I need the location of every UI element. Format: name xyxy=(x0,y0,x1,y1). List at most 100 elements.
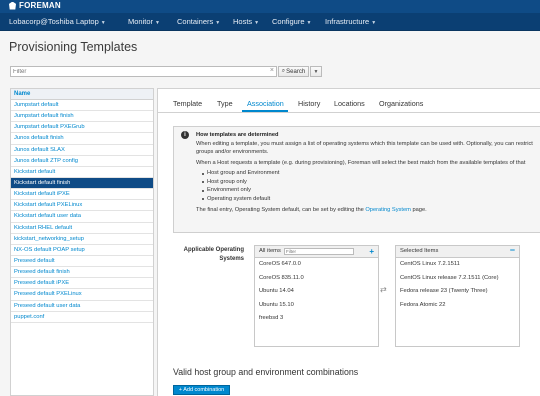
available-os-box: All items + CoreOS 647.0.0CoreOS 835.11.… xyxy=(254,245,379,347)
available-os-header: All items + xyxy=(255,246,378,258)
info-text-line: groups and/or environments. xyxy=(196,149,269,155)
template-list-item[interactable]: Jumpstart default PXEGrub xyxy=(11,122,153,134)
available-os-item[interactable]: CoreOS 835.11.0 xyxy=(255,272,378,286)
search-bookmarks-dropdown[interactable]: ▼ xyxy=(310,66,322,77)
nav-containers[interactable]: Containers ▼ xyxy=(177,17,220,26)
nav-context-label: Lobacorp@Toshiba Laptop xyxy=(9,17,99,26)
filter-field: × xyxy=(10,66,277,77)
chevron-down-icon: ▼ xyxy=(155,20,160,26)
template-list-item[interactable]: Jumpstart default finish xyxy=(11,111,153,123)
page-title: Provisioning Templates xyxy=(9,40,138,54)
available-os-item[interactable]: CoreOS 647.0.0 xyxy=(255,258,378,272)
template-list-item[interactable]: puppet.conf xyxy=(11,312,153,323)
active-tab-indicator xyxy=(242,110,288,112)
info-title: How templates are determined xyxy=(196,132,279,138)
all-items-label: All items xyxy=(259,248,281,254)
template-list-item[interactable]: Kickstart RHEL default xyxy=(11,223,153,234)
nav-infrastructure[interactable]: Infrastructure ▼ xyxy=(325,17,376,26)
nav-hosts-label: Hosts xyxy=(233,17,253,26)
nav-context-selector[interactable]: Lobacorp@Toshiba Laptop ▼ xyxy=(9,17,106,26)
template-list-item[interactable]: Junos default ZTP config xyxy=(11,156,153,167)
filter-input[interactable] xyxy=(11,67,266,76)
template-list-item[interactable]: Jumpstart default xyxy=(11,100,153,112)
chevron-down-icon: ▼ xyxy=(100,20,106,26)
nav-monitor-label: Monitor xyxy=(128,17,154,26)
priority-item: Host group and Environment xyxy=(202,169,540,178)
selected-os-header: Selected Items − xyxy=(396,245,519,258)
brand-name: FOREMAN xyxy=(19,1,61,10)
template-list-item[interactable]: Preseed default user data xyxy=(11,301,153,312)
operating-system-link[interactable]: Operating System xyxy=(365,207,411,213)
template-list-item[interactable]: Kickstart default PXELinux xyxy=(11,200,153,212)
brand-bar: FOREMAN xyxy=(0,0,540,13)
tab-type[interactable]: Type xyxy=(217,99,233,108)
swap-arrows-icon: ⇄ xyxy=(380,285,387,294)
editor-tabs: Template Type Association History Locati… xyxy=(158,89,540,113)
chevron-down-icon: ▼ xyxy=(215,20,221,26)
selected-os-item[interactable]: CentOS Linux 7.2.1511 xyxy=(396,258,519,272)
template-list-item[interactable]: Kickstart default finish xyxy=(11,177,153,190)
selected-os-item[interactable]: Fedora Atomic 22 xyxy=(396,299,519,313)
main-navbar: Lobacorp@Toshiba Laptop ▼ Monitor ▼ Contai… xyxy=(0,13,540,31)
nav-containers-label: Containers xyxy=(177,17,214,26)
template-editor-panel: Template Type Association History Locati… xyxy=(157,88,540,396)
brand-logo-link[interactable]: FOREMAN xyxy=(9,1,61,10)
nav-configure[interactable]: Configure ▼ xyxy=(272,17,311,26)
chevron-down-icon: ▼ xyxy=(313,68,319,75)
template-list: Name Jumpstart default Jumpstart default … xyxy=(10,88,154,396)
add-combination-button[interactable]: + Add combination xyxy=(173,385,230,395)
template-list-item[interactable]: Preseed default finish xyxy=(11,267,153,279)
nav-monitor[interactable]: Monitor ▼ xyxy=(128,17,160,26)
template-list-item[interactable]: Junos default finish xyxy=(11,133,153,145)
priority-item: Host group only xyxy=(202,178,540,187)
tab-association[interactable]: Association xyxy=(247,99,284,108)
available-os-item[interactable]: Ubuntu 15.10 xyxy=(255,299,378,313)
available-os-item[interactable]: freebsd 3 xyxy=(255,312,378,326)
add-all-icon[interactable]: + xyxy=(369,246,374,257)
combinations-heading: Valid host group and environment combina… xyxy=(173,367,359,377)
info-final-prefix: The final entry, Operating System defaul… xyxy=(196,207,366,213)
selected-os-item[interactable]: Fedora release 23 (Twenty Three) xyxy=(396,285,519,299)
template-list-item[interactable]: Preseed default PXELinux xyxy=(11,289,153,301)
nav-hosts[interactable]: Hosts ▼ xyxy=(233,17,259,26)
template-list-item[interactable]: NX-OS default POAP setup xyxy=(11,245,153,256)
list-header-name[interactable]: Name xyxy=(11,89,153,100)
priority-list: Host group and Environment Host group on… xyxy=(202,169,540,203)
template-list-item[interactable]: Preseed default xyxy=(11,256,153,268)
info-final-suffix: page. xyxy=(410,207,427,213)
info-final-line: The final entry, Operating System defaul… xyxy=(196,206,540,215)
selected-os-item[interactable]: CentOS Linux release 7.2.1511 (Core) xyxy=(396,272,519,286)
selected-items-label: Selected Items xyxy=(400,248,439,254)
template-list-item[interactable]: Junos default SLAX xyxy=(11,145,153,156)
foreman-helmet-icon xyxy=(9,1,16,10)
nav-configure-label: Configure xyxy=(272,17,305,26)
info-text-line: When a Host requests a template (e.g. du… xyxy=(196,159,526,166)
priority-item: Operating system default xyxy=(202,195,540,204)
remove-all-icon[interactable]: − xyxy=(510,245,515,256)
info-alert: i How templates are determined When edit… xyxy=(173,126,540,233)
chevron-down-icon: ▼ xyxy=(254,20,260,26)
template-list-item[interactable]: Kickstart default user data xyxy=(11,211,153,223)
clear-filter-icon[interactable]: × xyxy=(270,67,274,74)
chevron-down-icon: ▼ xyxy=(306,20,312,26)
search-icon: ⌕ xyxy=(281,68,286,74)
search-button-label: Search xyxy=(286,68,306,75)
template-list-item[interactable]: kickstart_networking_setup xyxy=(11,234,153,245)
info-icon: i xyxy=(181,131,189,139)
tab-locations[interactable]: Locations xyxy=(334,99,365,108)
selected-os-box: Selected Items − CentOS Linux 7.2.1511 Ce… xyxy=(395,245,520,347)
info-text-line: When editing a template, you must assign… xyxy=(196,140,533,147)
chevron-down-icon: ▼ xyxy=(371,20,377,26)
template-list-item[interactable]: Kickstart default xyxy=(11,167,153,178)
search-button[interactable]: ⌕ Search xyxy=(278,66,309,77)
available-os-item[interactable]: Ubuntu 14.04 xyxy=(255,285,378,299)
template-list-item[interactable]: Preseed default iPXE xyxy=(11,278,153,290)
tab-organizations[interactable]: Organizations xyxy=(379,99,423,108)
os-field-label: Applicable Operating Systems xyxy=(183,247,244,262)
os-filter-input[interactable] xyxy=(284,248,354,255)
tab-history[interactable]: History xyxy=(298,99,320,108)
template-list-item[interactable]: Kickstart default iPXE xyxy=(11,189,153,201)
nav-infrastructure-label: Infrastructure xyxy=(325,17,370,26)
tab-template[interactable]: Template xyxy=(173,99,202,108)
priority-item: Environment only xyxy=(202,186,540,195)
